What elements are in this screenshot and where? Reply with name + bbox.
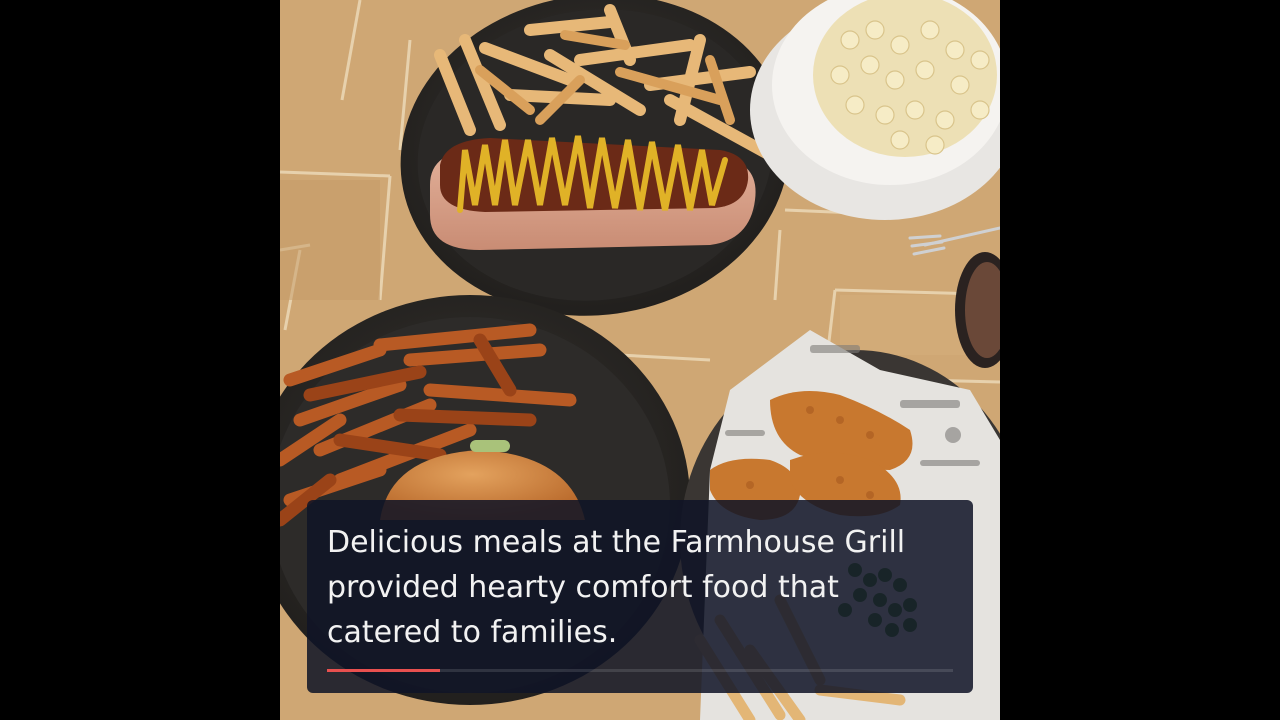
caption-text: Delicious meals at the Farmhouse Grill p… [327,520,947,655]
caption-line: provided hearty comfort food that [327,570,839,605]
progress-fill [327,669,440,672]
caption-box: Delicious meals at the Farmhouse Grill p… [307,500,973,693]
tile-shade [280,180,380,300]
progress-track [327,669,953,672]
caption-line: catered to families. [327,615,618,650]
caption-line: Delicious meals at the Farmhouse Grill [327,525,906,560]
burger-lettuce [470,440,510,452]
